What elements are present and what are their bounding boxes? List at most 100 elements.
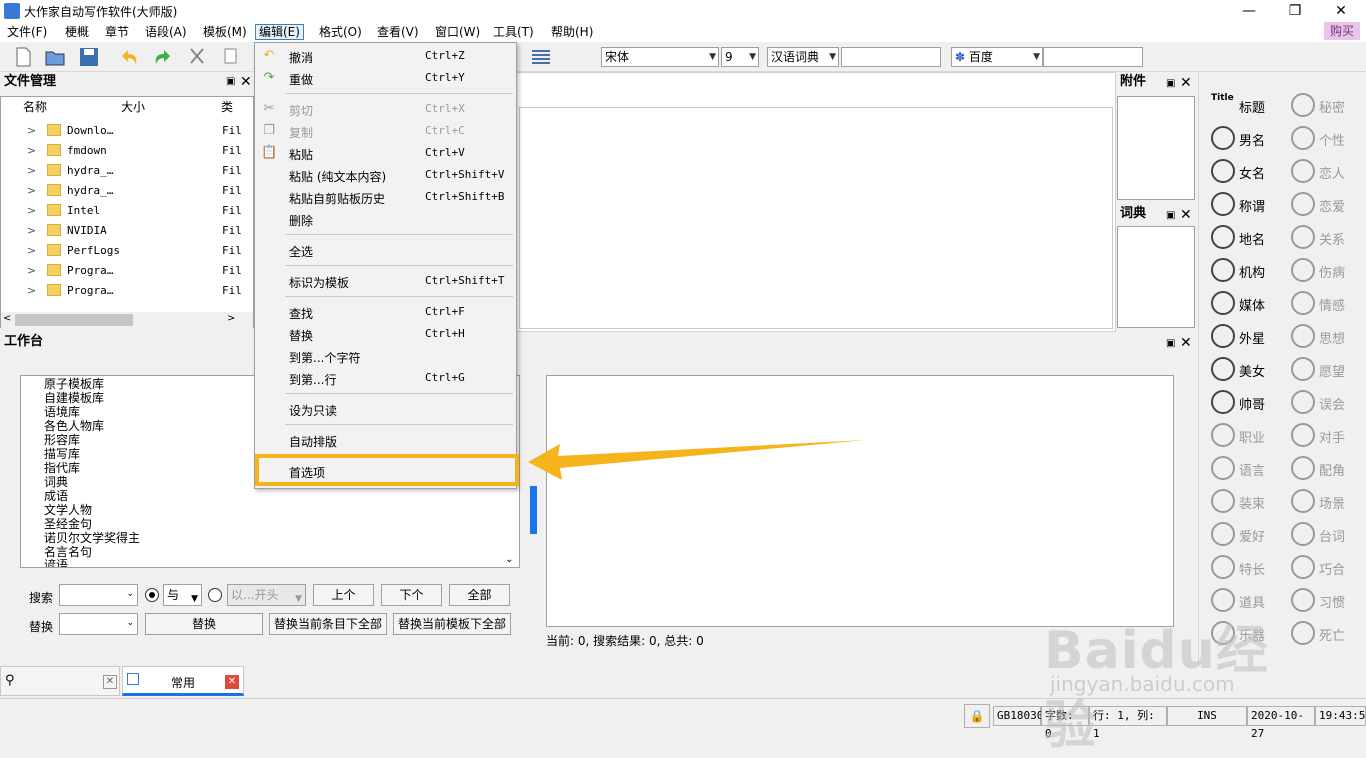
next-button[interactable]: 下个 [381,584,442,606]
list-item[interactable]: 形容库 [44,433,80,447]
and-radio[interactable] [145,588,159,602]
element-item[interactable]: 情感 [1291,288,1361,318]
open-folder-icon[interactable] [44,46,66,68]
element-item[interactable]: 场景 [1291,486,1361,516]
cut-icon[interactable] [186,46,208,68]
chevron-right-icon[interactable]: > [27,164,36,177]
element-item[interactable]: 爱好 [1211,519,1281,549]
menu-view[interactable]: 查看(V) [374,24,422,40]
replace-button[interactable]: 替换 [145,613,263,635]
element-item[interactable]: 美女 [1211,354,1281,384]
menu-edit[interactable]: 编辑(E) [255,24,304,40]
element-item[interactable]: 职业 [1211,420,1281,450]
menu-item[interactable]: 标识为模板 Ctrl+Shift+T [255,270,516,292]
list-item[interactable]: 原子模板库 [44,377,104,391]
menu-item[interactable]: 设为只读 [255,398,516,420]
menu-item[interactable]: 自动排版 [255,429,516,451]
close-icon[interactable]: ✕ [103,675,117,689]
list-item[interactable]: 自建模板库 [44,391,104,405]
menu-tools[interactable]: 工具(T) [490,24,537,40]
chevron-right-icon[interactable]: > [27,264,36,277]
float-panel-icon[interactable]: ▣ [226,76,235,87]
element-item[interactable]: 女名 [1211,156,1281,186]
close-icon[interactable]: ✕ [240,74,252,90]
list-item[interactable]: 描写库 [44,447,80,461]
element-item[interactable]: 机构 [1211,255,1281,285]
element-item[interactable]: Title 标题 [1211,90,1281,120]
menu-item[interactable]: 到第...个字符 [255,345,516,367]
list-item[interactable]: 圣经金句 [44,517,92,531]
menu-item[interactable]: 📋 粘贴 Ctrl+V [255,142,516,164]
chevron-right-icon[interactable]: > [27,184,36,197]
close-button[interactable]: ✕ [1318,0,1364,22]
list-item[interactable]: 各色人物库 [44,419,104,433]
element-item[interactable]: 语言 [1211,453,1281,483]
chevron-right-icon[interactable]: > [27,244,36,257]
dict-box[interactable] [1117,226,1195,328]
splitter-handle[interactable] [530,486,537,534]
menu-item[interactable]: 查找 Ctrl+F [255,301,516,323]
chevron-right-icon[interactable]: > [27,284,36,297]
chevron-right-icon[interactable]: > [27,124,36,137]
column-header-size[interactable]: 大小 [121,97,145,117]
chevron-right-icon[interactable]: > [227,313,235,324]
list-item[interactable]: 成语 [44,489,68,503]
horizontal-scrollbar[interactable]: < > [1,312,253,328]
column-header-name[interactable]: 名称 [23,97,47,117]
menu-item[interactable]: 删除 [255,208,516,230]
element-item[interactable]: 配角 [1291,453,1361,483]
menu-item[interactable]: ↶ 撤消 Ctrl+Z [255,45,516,67]
element-item[interactable]: 外星 [1211,321,1281,351]
replace-input[interactable]: ⌄ [59,613,138,635]
element-item[interactable]: 男名 [1211,123,1281,153]
dictionary-input[interactable] [841,47,941,67]
element-item[interactable]: 巧合 [1291,552,1361,582]
copy-icon[interactable] [220,46,242,68]
element-item[interactable]: 台词 [1291,519,1361,549]
font-size-select[interactable]: 9 ▼ [721,47,759,67]
replace-item-button[interactable]: 替换当前条目下全部 [269,613,387,635]
lock-icon[interactable]: 🔒 [964,704,990,728]
close-icon[interactable]: ✕ [1180,335,1192,351]
chevron-right-icon[interactable]: > [27,224,36,237]
menu-item[interactable]: 到第...行 Ctrl+G [255,367,516,389]
chevron-down-icon[interactable]: ⌄ [505,554,513,565]
mode-select[interactable]: 与 ▼ [163,584,202,606]
close-icon[interactable]: ✕ [1180,75,1192,91]
new-file-icon[interactable] [12,46,34,68]
list-item[interactable]: 文学人物 [44,503,92,517]
chevron-right-icon[interactable]: > [27,204,36,217]
tab-search[interactable]: ⚲ ✕ [0,666,120,696]
font-family-select[interactable]: 宋体 ▼ [601,47,719,67]
tab-common[interactable]: 常用 ✕ [122,666,244,696]
save-icon[interactable] [78,46,100,68]
element-item[interactable]: 个性 [1291,123,1361,153]
menu-item[interactable]: ↷ 重做 Ctrl+Y [255,67,516,89]
list-item[interactable]: > hydra_… Fil [1,181,253,201]
element-item[interactable]: 恋爱 [1291,189,1361,219]
element-item[interactable]: 媒体 [1211,288,1281,318]
undo-icon[interactable] [118,46,140,68]
menu-item[interactable]: 粘贴 (纯文本内容) Ctrl+Shift+V [255,164,516,186]
all-button[interactable]: 全部 [449,584,510,606]
float-panel-icon[interactable]: ▣ [1166,338,1175,349]
column-header-type[interactable]: 类 [221,97,233,117]
element-item[interactable]: 思想 [1291,321,1361,351]
chevron-left-icon[interactable]: < [3,313,11,324]
list-item[interactable]: 语境库 [44,405,80,419]
element-item[interactable]: 地名 [1211,222,1281,252]
menu-item[interactable]: 全选 [255,239,516,261]
list-item[interactable]: > hydra_… Fil [1,161,253,181]
list-item[interactable]: > Intel Fil [1,201,253,221]
scrollbar-thumb[interactable] [15,314,133,326]
element-item[interactable]: 对手 [1291,420,1361,450]
float-panel-icon[interactable]: ▣ [1166,210,1175,221]
dictionary-select[interactable]: 汉语词典 ▼ [767,47,839,67]
element-item[interactable]: 装束 [1211,486,1281,516]
search-input[interactable]: ⌄ [59,584,138,606]
menu-outline[interactable]: 梗概 [62,24,92,40]
list-item[interactable]: > Downlo… Fil [1,121,253,141]
menu-chapter[interactable]: 章节 [102,24,132,40]
text-editor[interactable] [519,107,1113,329]
attachment-box[interactable] [1117,96,1195,200]
